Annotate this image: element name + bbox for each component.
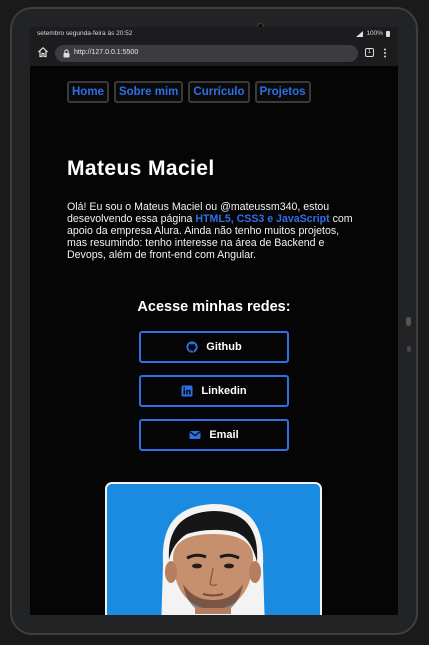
linkedin-icon <box>181 385 193 397</box>
nav-projects[interactable]: Projetos <box>254 81 311 103</box>
lock-icon <box>63 49 70 58</box>
home-icon[interactable] <box>37 46 49 58</box>
status-indicators: 100% <box>356 30 390 37</box>
web-page: Home Sobre mim Currículo Projetos Mateus… <box>30 66 398 615</box>
status-bar: setembro segunda-feira às 20:52 100% <box>30 27 398 41</box>
email-icon <box>189 431 201 439</box>
battery-icon <box>386 30 390 37</box>
nav-about[interactable]: Sobre mim <box>113 81 184 103</box>
email-label: Email <box>209 429 239 441</box>
signal-icon <box>356 30 364 37</box>
url-text: http://127.0.0.1:5500 <box>74 49 139 56</box>
linkedin-label: Linkedin <box>201 385 247 397</box>
github-label: Github <box>206 341 242 353</box>
github-button[interactable]: Github <box>139 331 289 363</box>
profile-photo <box>105 482 322 615</box>
status-time: setembro segunda-feira às 20:52 <box>37 30 133 37</box>
social-heading: Acesse minhas redes: <box>137 299 291 315</box>
battery-level: 100% <box>366 30 383 37</box>
profile-portrait <box>107 484 320 615</box>
linkedin-button[interactable]: Linkedin <box>139 375 289 407</box>
email-button[interactable]: Email <box>139 419 289 451</box>
main-nav: Home Sobre mim Currículo Projetos <box>67 81 311 103</box>
browser-toolbar: http://127.0.0.1:5500 1 <box>30 41 398 66</box>
more-vertical-icon[interactable] <box>382 47 388 59</box>
intro-tech-highlight: HTML5, CSS3 e JavaScript <box>195 213 330 225</box>
side-button-secondary <box>407 346 411 352</box>
page-title: Mateus Maciel <box>67 157 215 180</box>
screen: setembro segunda-feira às 20:52 100% htt… <box>30 27 398 615</box>
address-bar[interactable]: http://127.0.0.1:5500 <box>55 45 358 62</box>
intro-paragraph: Olá! Eu sou o Mateus Maciel ou @mateussm… <box>67 201 362 261</box>
nav-resume[interactable]: Currículo <box>188 81 250 103</box>
nav-home[interactable]: Home <box>67 81 109 103</box>
tabs-count-icon[interactable]: 1 <box>365 48 374 57</box>
github-icon <box>186 341 198 353</box>
side-button <box>406 317 411 326</box>
